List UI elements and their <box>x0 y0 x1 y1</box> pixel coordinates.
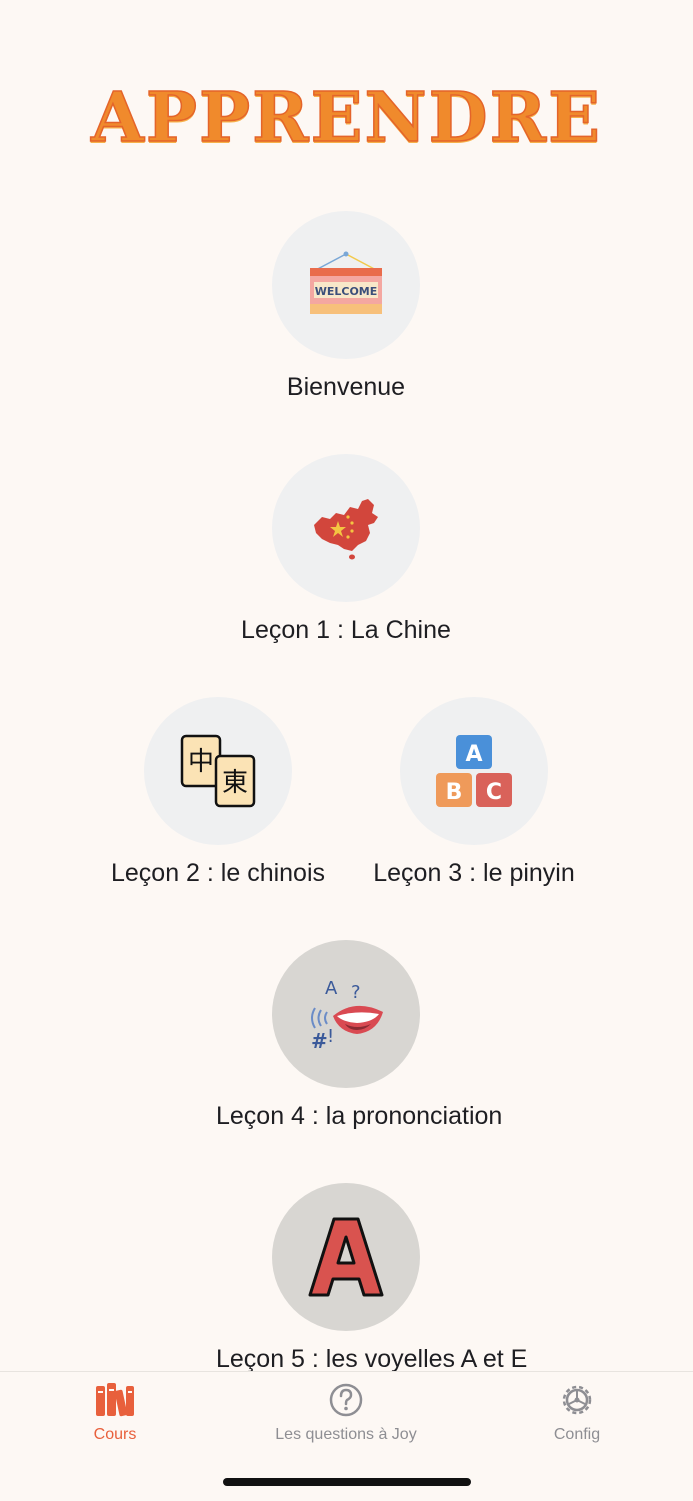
lesson-icon-circle[interactable] <box>272 1183 420 1331</box>
svg-text:東: 東 <box>222 768 248 798</box>
home-indicator[interactable] <box>223 1478 471 1486</box>
lesson-3[interactable]: A B C Leçon 3 : le pinyin <box>344 697 604 888</box>
tab-label: Config <box>553 1426 601 1443</box>
books-icon <box>96 1383 134 1417</box>
question-circle-icon <box>329 1383 363 1417</box>
svg-text:WELCOME: WELCOME <box>315 285 378 298</box>
svg-text:#: # <box>311 1029 328 1052</box>
svg-text:中: 中 <box>188 747 214 777</box>
letter-a-icon <box>308 1217 384 1297</box>
china-map-icon <box>314 499 378 560</box>
lesson-label: Bienvenue <box>286 373 406 401</box>
lesson-label: Leçon 4 : la prononciation <box>216 1102 503 1130</box>
lesson-icon-circle[interactable]: 中 東 <box>144 697 292 845</box>
lesson-label: Leçon 5 : les voyelles A et E <box>216 1345 528 1373</box>
lesson-4[interactable]: A ? # ! Leçon 4 : la prononciation <box>216 940 503 1131</box>
mahjong-tiles-icon: 中 東 <box>180 734 256 808</box>
lesson-icon-circle[interactable]: A ? # ! <box>272 940 420 1088</box>
tab-label: Les questions à Joy <box>275 1426 417 1443</box>
abc-blocks-icon: A B C <box>436 735 512 807</box>
tab-questions[interactable]: Les questions à Joy <box>256 1380 436 1444</box>
speaking-mouth-icon: A ? # ! <box>311 978 383 1052</box>
lesson-welcome[interactable]: WELCOME Bienvenue <box>216 211 476 402</box>
gear-icon <box>562 1385 592 1415</box>
lesson-label: Leçon 3 : le pinyin <box>373 859 575 887</box>
svg-text:C: C <box>486 780 502 805</box>
lesson-label: Leçon 2 : le chinois <box>110 859 326 887</box>
welcome-sign-icon: WELCOME <box>310 251 382 314</box>
svg-text:!: ! <box>327 1026 334 1047</box>
svg-text:A: A <box>325 978 338 999</box>
tab-cours[interactable]: Cours <box>25 1380 205 1444</box>
tab-label: Cours <box>93 1426 137 1443</box>
lesson-icon-circle[interactable]: A B C <box>400 697 548 845</box>
lesson-2[interactable]: 中 東 Leçon 2 : le chinois <box>88 697 348 888</box>
page-title: APPRENDRE <box>90 77 602 159</box>
lesson-icon-circle[interactable] <box>272 454 420 602</box>
lesson-5[interactable]: Leçon 5 : les voyelles A et E <box>216 1183 528 1374</box>
svg-text:?: ? <box>351 982 361 1003</box>
lesson-1[interactable]: Leçon 1 : La Chine <box>216 454 476 645</box>
svg-text:A: A <box>465 742 482 767</box>
svg-text:B: B <box>446 780 463 805</box>
lesson-icon-circle[interactable]: WELCOME <box>272 211 420 359</box>
lesson-label: Leçon 1 : La Chine <box>241 616 451 644</box>
tab-config[interactable]: Config <box>487 1380 667 1444</box>
